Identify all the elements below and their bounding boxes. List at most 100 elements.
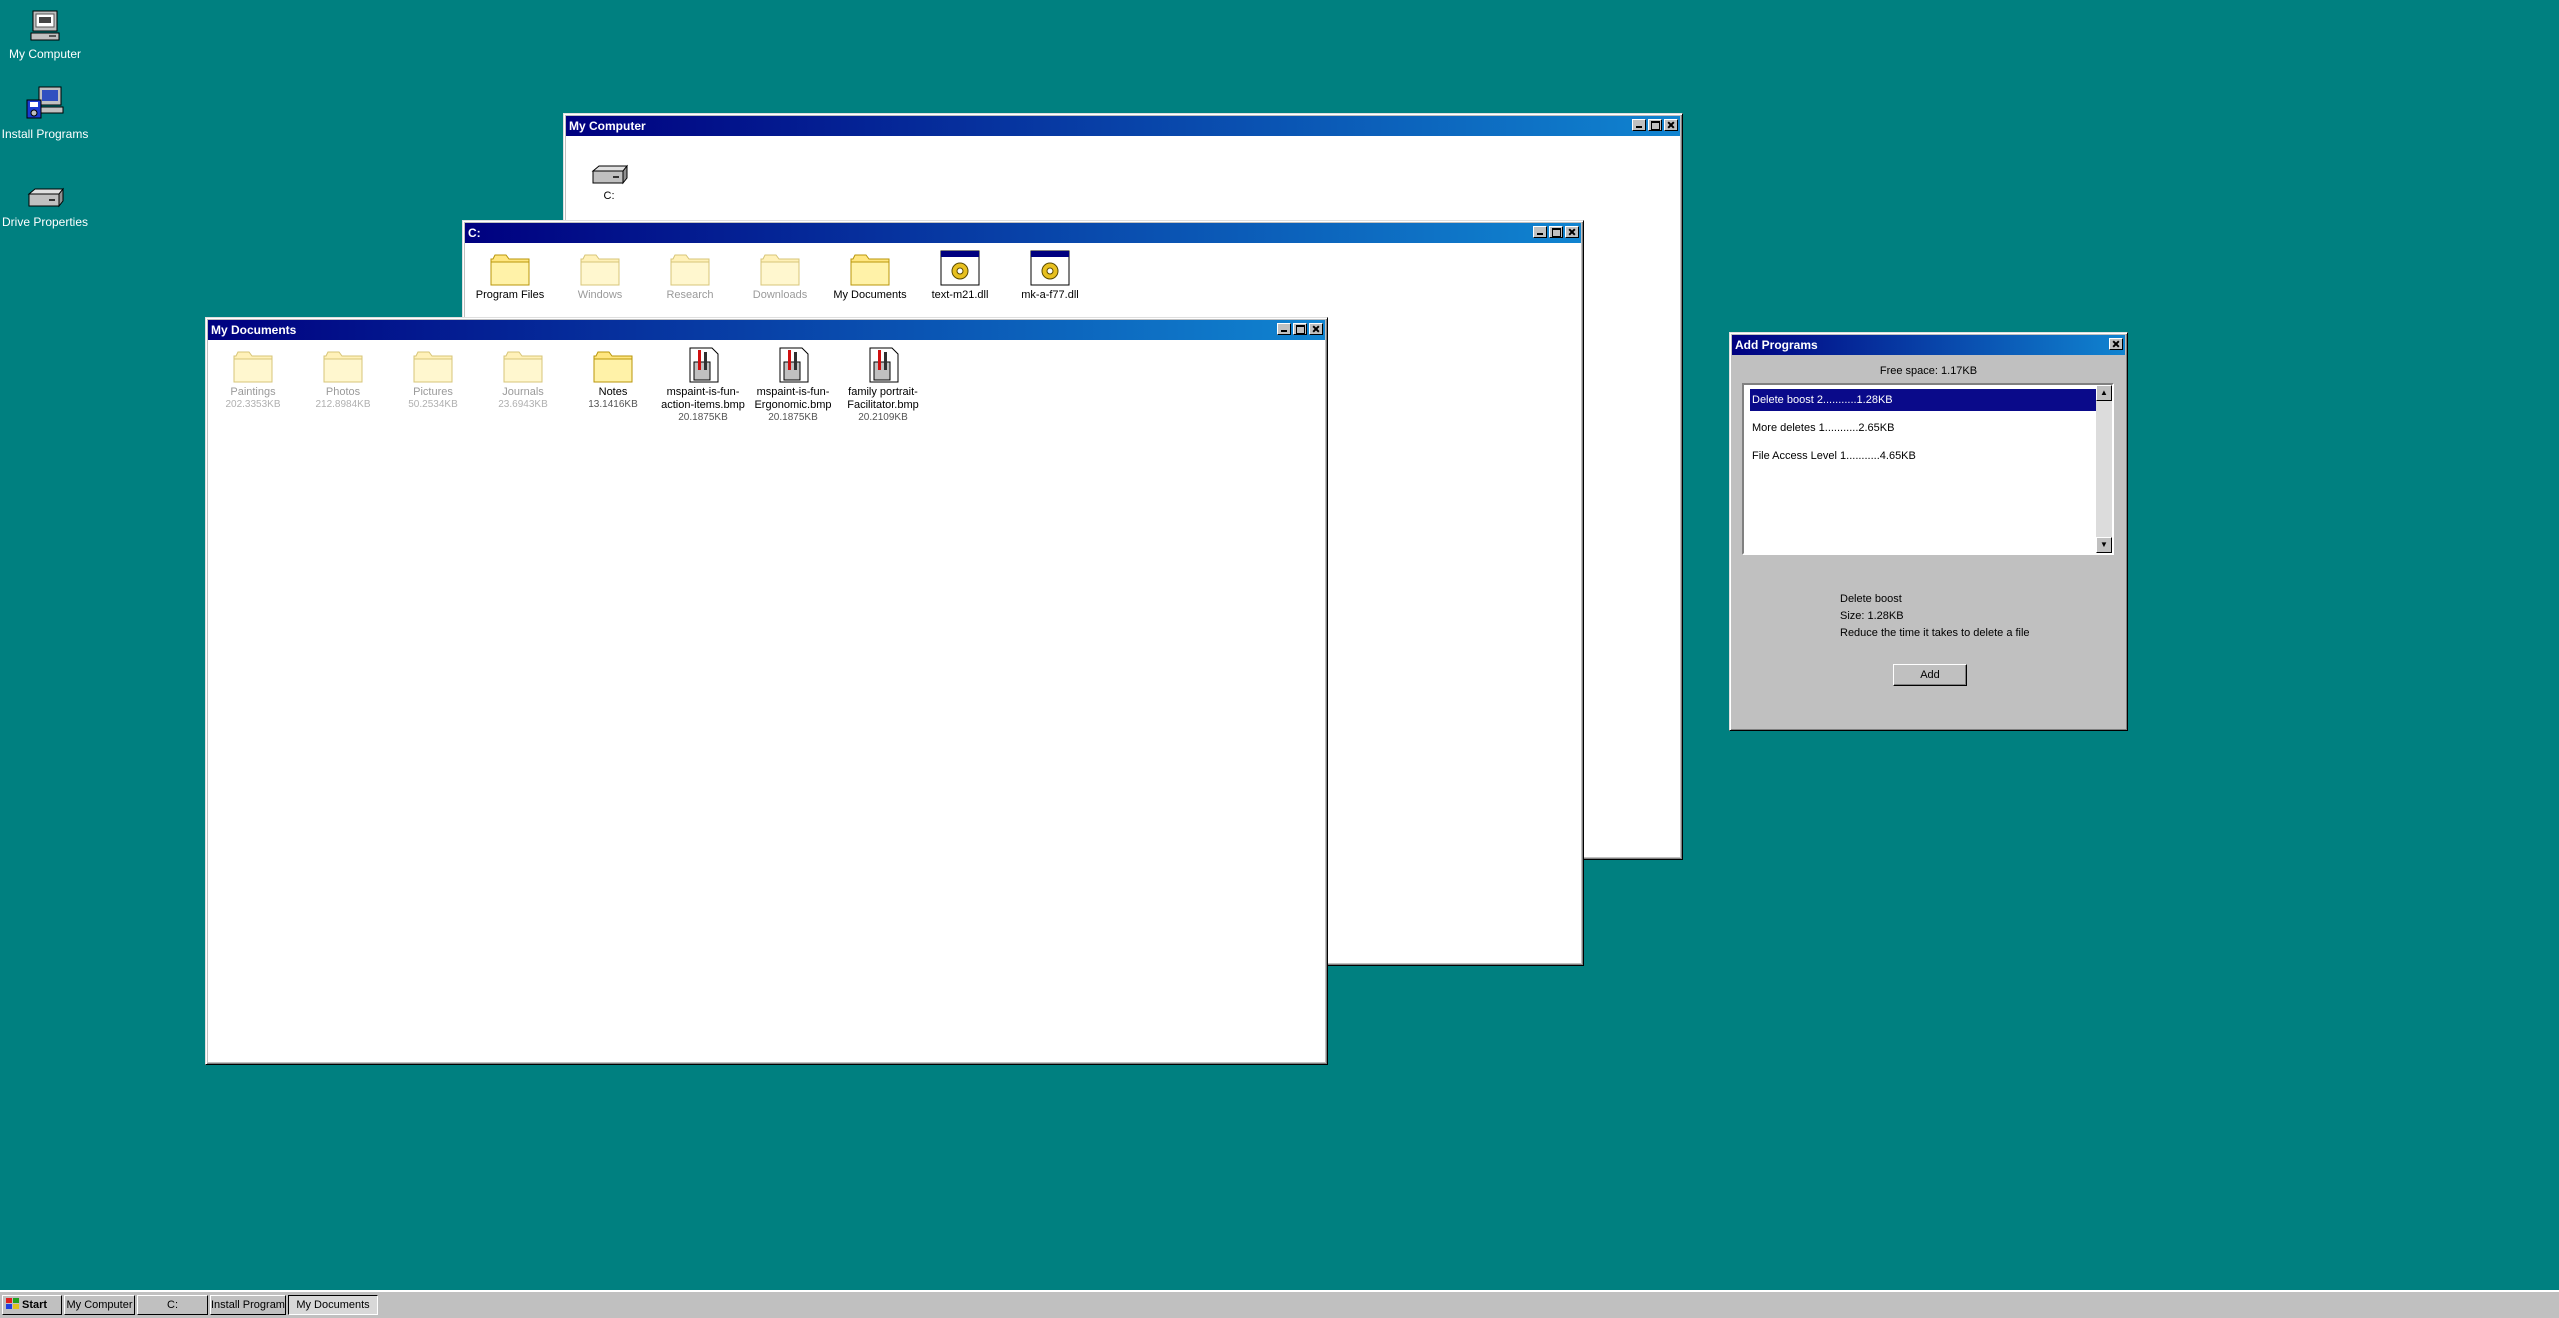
window-content: Paintings 202.3353KB Photos 212.8984KB P… <box>208 340 1325 1062</box>
close-button[interactable] <box>1309 323 1323 335</box>
dll-file-item[interactable]: mk-a-f77.dll <box>1005 249 1095 302</box>
drive-icon <box>27 187 65 208</box>
dll-icon <box>1030 250 1070 286</box>
computer-icon <box>30 10 60 41</box>
folder-icon <box>413 351 453 383</box>
window-titlebar[interactable]: My Computer <box>566 116 1680 136</box>
scroll-up-arrow-icon[interactable]: ▲ <box>2096 385 2112 401</box>
file-label: Journals <box>502 386 544 398</box>
file-label: Photos <box>325 386 361 398</box>
add-programs-window[interactable]: Add Programs Free space: 1.17KB Delete b… <box>1729 332 2128 731</box>
program-list-item-label: More deletes 1...........2.65KB <box>1752 422 1895 434</box>
file-label: Pictures <box>413 386 453 398</box>
close-button[interactable] <box>1565 226 1579 238</box>
file-label: text-m21.dll <box>931 289 989 301</box>
file-label: Research <box>666 289 714 301</box>
folder-icon <box>503 351 543 383</box>
start-button[interactable]: Start <box>2 1295 62 1315</box>
desktop-icon-drive-properties[interactable]: Drive Properties <box>0 186 90 230</box>
listbox-scrollbar[interactable]: ▲ ▼ <box>2096 385 2112 553</box>
file-label: My Documents <box>833 289 907 301</box>
program-detail: Delete boost Size: 1.28KB Reduce the tim… <box>1840 591 2030 642</box>
file-size: 50.2534KB <box>408 399 458 410</box>
folder-item[interactable]: Paintings 202.3353KB <box>208 348 298 411</box>
file-label: mk-a-f77.dll <box>1021 289 1079 301</box>
windows-logo-icon <box>6 1298 19 1309</box>
desktop-icon-label: Install Programs <box>1 127 89 141</box>
folder-item[interactable]: Downloads <box>735 251 825 302</box>
dll-icon <box>940 250 980 286</box>
program-list-item[interactable]: Delete boost 2...........1.28KB <box>1750 389 2101 411</box>
taskbar-item-label: C: <box>167 1299 178 1311</box>
maximize-button[interactable] <box>1549 226 1563 238</box>
taskbar-item-my-computer[interactable]: My Computer <box>64 1295 135 1315</box>
paint-file-icon <box>869 347 899 383</box>
file-size: 202.3353KB <box>225 399 281 410</box>
drive-icon <box>591 164 629 185</box>
folder-icon <box>593 351 633 383</box>
file-label: mspaint-is-fun-action-items.bmp <box>661 386 745 411</box>
window-title: My Documents <box>211 323 297 337</box>
minimize-button[interactable] <box>1632 119 1646 131</box>
bitmap-file-item[interactable]: family portrait-Facilitator.bmp 20.2109K… <box>838 346 928 424</box>
file-size: 20.2109KB <box>858 412 908 423</box>
program-list-item[interactable]: File Access Level 1...........4.65KB <box>1750 445 2101 467</box>
file-label: family portrait-Facilitator.bmp <box>847 386 919 411</box>
minimize-button[interactable] <box>1277 323 1291 335</box>
free-space-label: Free space: 1.17KB <box>1879 365 1978 377</box>
program-listbox[interactable]: Delete boost 2...........1.28KB More del… <box>1742 383 2114 555</box>
window-titlebar[interactable]: My Documents <box>208 320 1325 340</box>
folder-icon <box>670 254 710 286</box>
folder-item[interactable]: Photos 212.8984KB <box>298 348 388 411</box>
desktop-icon-label: My Computer <box>8 47 82 61</box>
file-size: 212.8984KB <box>315 399 371 410</box>
bitmap-file-item[interactable]: mspaint-is-fun-action-items.bmp 20.1875K… <box>658 346 748 424</box>
folder-item[interactable]: Research <box>645 251 735 302</box>
window-titlebar[interactable]: C: <box>465 223 1581 243</box>
maximize-button[interactable] <box>1293 323 1307 335</box>
file-size: 20.1875KB <box>678 412 728 423</box>
minimize-button[interactable] <box>1533 226 1547 238</box>
folder-item[interactable]: Notes 13.1416KB <box>568 348 658 411</box>
add-button[interactable]: Add <box>1893 664 1967 686</box>
taskbar-item-label: Install Programs <box>211 1299 286 1311</box>
program-list-item-label: File Access Level 1...........4.65KB <box>1752 450 1916 462</box>
bitmap-file-item[interactable]: mspaint-is-fun-Ergonomic.bmp 20.1875KB <box>748 346 838 424</box>
drive-c-item[interactable]: C: <box>566 164 652 203</box>
program-list-item-label: Delete boost 2...........1.28KB <box>1752 394 1893 406</box>
program-detail-name: Delete boost <box>1840 593 1902 605</box>
folder-icon <box>760 254 800 286</box>
my-documents-window[interactable]: My Documents Paintings 202.3353KB Photos… <box>205 317 1328 1065</box>
window-titlebar[interactable]: Add Programs <box>1732 335 2125 355</box>
file-label: Program Files <box>475 289 545 301</box>
file-size: 20.1875KB <box>768 412 818 423</box>
folder-icon <box>490 254 530 286</box>
file-label: mspaint-is-fun-Ergonomic.bmp <box>754 386 832 411</box>
folder-item[interactable]: Pictures 50.2534KB <box>388 348 478 411</box>
desktop-icon-install-programs[interactable]: Install Programs <box>0 84 90 142</box>
program-detail-description: Reduce the time it takes to delete a fil… <box>1840 627 2030 639</box>
file-size: 23.6943KB <box>498 399 548 410</box>
desktop-icon-label: Drive Properties <box>1 215 89 229</box>
start-label: Start <box>22 1299 48 1311</box>
window-title: My Computer <box>569 119 646 133</box>
folder-icon <box>233 351 273 383</box>
scroll-down-arrow-icon[interactable]: ▼ <box>2096 537 2112 553</box>
taskbar-item-install-programs[interactable]: Install Programs <box>210 1295 286 1315</box>
file-label: Paintings <box>230 386 276 398</box>
program-list-item[interactable]: More deletes 1...........2.65KB <box>1750 417 2101 439</box>
taskbar-item-c-drive[interactable]: C: <box>137 1295 208 1315</box>
folder-item[interactable]: Journals 23.6943KB <box>478 348 568 411</box>
folder-item[interactable]: Program Files <box>465 251 555 302</box>
folder-icon <box>850 254 890 286</box>
desktop-icon-my-computer[interactable]: My Computer <box>0 8 90 62</box>
close-button[interactable] <box>2109 338 2123 350</box>
install-programs-icon <box>26 86 64 119</box>
maximize-button[interactable] <box>1648 119 1662 131</box>
folder-item[interactable]: Windows <box>555 251 645 302</box>
dll-file-item[interactable]: text-m21.dll <box>915 249 1005 302</box>
file-label: C: <box>603 190 615 202</box>
folder-item[interactable]: My Documents <box>825 251 915 302</box>
close-button[interactable] <box>1664 119 1678 131</box>
taskbar-item-my-documents[interactable]: My Documents <box>288 1295 378 1315</box>
